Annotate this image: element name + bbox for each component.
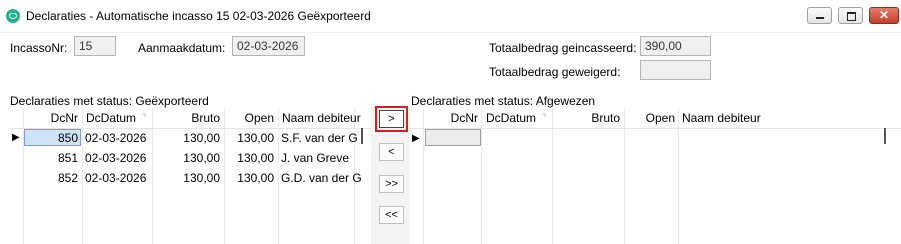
incassonr-label: IncassoNr: <box>10 41 68 55</box>
table-row[interactable]: 851 02-03-2026 130,00 130,00 J. van Grev… <box>10 148 354 167</box>
cell-dcnr: 850 <box>57 131 78 145</box>
title-bar: Declaraties - Automatische incasso 15 02… <box>0 0 901 33</box>
col-header-dcnr[interactable]: DcNr <box>23 111 78 125</box>
cell-bruto: 130,00 <box>183 171 220 185</box>
cell-dcdatum: 02-03-2026 <box>85 131 147 145</box>
col-header-dcdatum[interactable]: DcDatum <box>86 111 136 125</box>
cell-open: 130,00 <box>237 171 274 185</box>
aanmaakdatum-field[interactable]: 02-03-2026 <box>232 36 305 56</box>
left-grid[interactable]: DcNr DcDatum ▿ Bruto Open Naam debiteur … <box>10 108 371 244</box>
incassonr-field[interactable]: 15 <box>74 36 116 56</box>
cell-bruto: 130,00 <box>183 131 220 145</box>
left-grid-caption: Declaraties met status: Geëxporteerd <box>10 94 209 108</box>
sort-indicator-icon: ▿ <box>143 112 147 119</box>
cell-dcnr: 852 <box>57 171 78 185</box>
move-all-left-button[interactable]: << <box>379 206 404 224</box>
move-left-button[interactable]: < <box>379 143 404 161</box>
minimize-button[interactable] <box>807 7 832 24</box>
totaal-geweigerd-label: Totaalbedrag geweigerd: <box>489 65 621 79</box>
close-button[interactable]: ✕ <box>869 7 899 24</box>
totaal-geincasseerd-label: Totaalbedrag geincasseerd: <box>489 41 637 55</box>
cell-dcdatum: 02-03-2026 <box>85 151 147 165</box>
close-icon: ✕ <box>878 8 890 22</box>
app-logo-icon <box>6 9 20 23</box>
cell-bruto: 130,00 <box>183 151 220 165</box>
cell-dcdatum: 02-03-2026 <box>85 171 147 185</box>
cell-naam-debiteur: J. van Greve <box>281 151 350 165</box>
col-header-naam-debiteur[interactable]: Naam debiteur <box>282 111 361 125</box>
cell-open: 130,00 <box>237 131 274 145</box>
move-all-right-button[interactable]: >> <box>379 175 404 193</box>
right-grid-caption: Declaraties met status: Afgewezen <box>411 94 596 108</box>
empty-selected-cell[interactable] <box>425 129 481 146</box>
right-grid[interactable]: DcNr DcDatum ▿ Bruto Open Naam debiteur … <box>409 108 901 244</box>
col-header-open[interactable]: Open <box>224 111 274 125</box>
col-header-dcdatum[interactable]: DcDatum <box>486 111 536 125</box>
maximize-button[interactable] <box>838 7 863 24</box>
maximize-icon <box>839 8 862 23</box>
cell-naam-debiteur: S.F. van der G <box>281 131 358 145</box>
aanmaakdatum-label: Aanmaakdatum: <box>138 41 226 55</box>
cell-dcnr: 851 <box>57 151 78 165</box>
minimize-icon <box>808 8 831 23</box>
totaal-geincasseerd-field[interactable]: 390,00 <box>640 36 711 56</box>
col-header-dcnr[interactable]: DcNr <box>423 111 478 125</box>
col-header-bruto[interactable]: Bruto <box>552 111 620 125</box>
table-row[interactable]: 852 02-03-2026 130,00 130,00 G.D. van de… <box>10 168 362 187</box>
move-right-button[interactable]: > <box>375 106 408 132</box>
totaal-geweigerd-field[interactable] <box>640 60 711 80</box>
col-header-open[interactable]: Open <box>624 111 675 125</box>
col-header-naam-debiteur[interactable]: Naam debiteur <box>682 111 761 125</box>
col-header-bruto[interactable]: Bruto <box>152 111 220 125</box>
row-pointer-icon: ▶ <box>12 132 20 143</box>
cell-naam-debiteur: G.D. van der G <box>281 171 362 185</box>
sort-indicator-icon: ▿ <box>543 112 547 119</box>
cell-open: 130,00 <box>237 151 274 165</box>
right-grid-scrollbar[interactable] <box>884 128 886 144</box>
table-row[interactable]: ▶ 850 02-03-2026 130,00 130,00 S.F. van … <box>10 128 358 147</box>
window-title: Declaraties - Automatische incasso 15 02… <box>26 9 371 23</box>
row-pointer-icon: ▶ <box>412 133 420 144</box>
left-grid-scrollbar[interactable] <box>361 128 363 144</box>
